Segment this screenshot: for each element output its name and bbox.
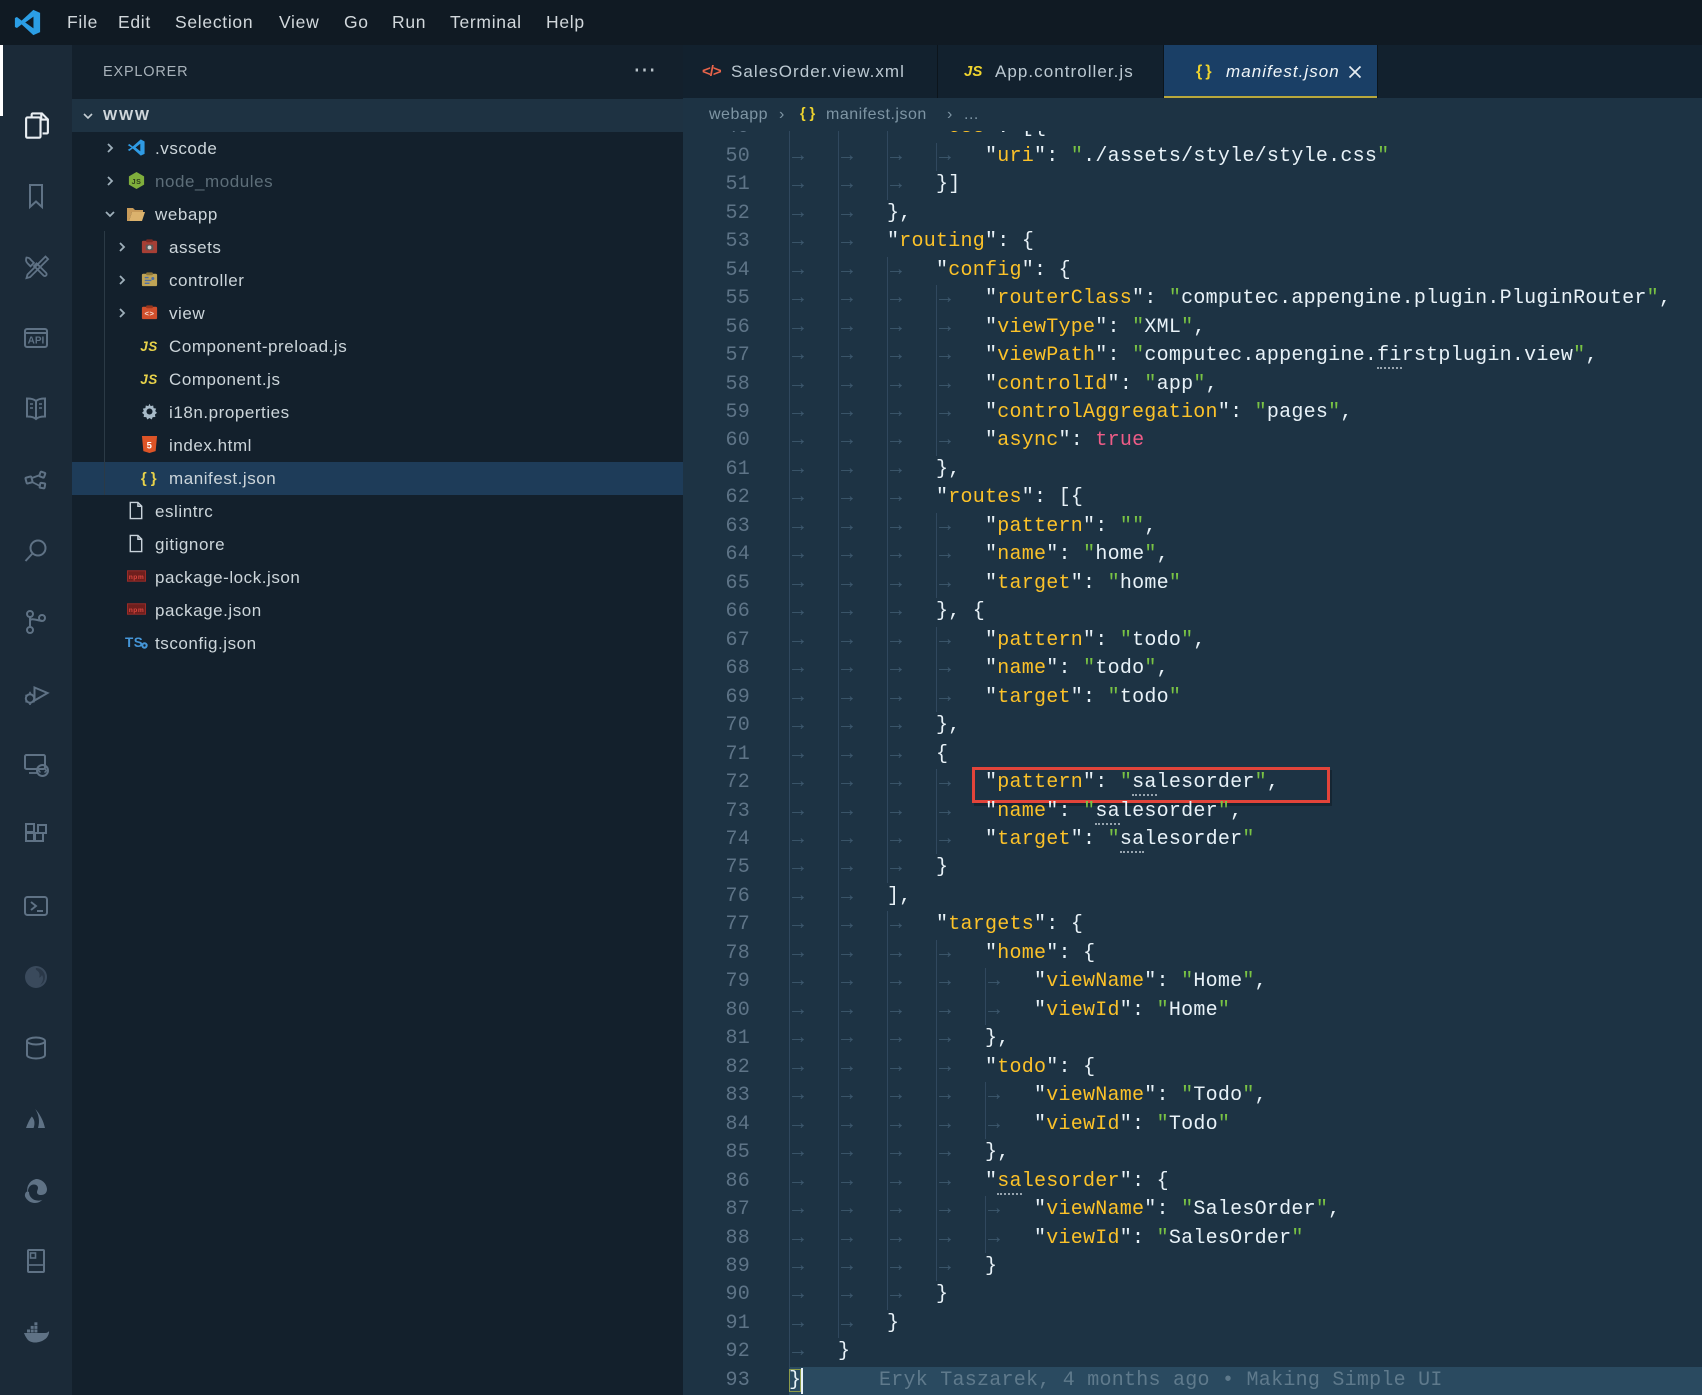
svg-text:npm: npm — [128, 574, 144, 581]
svg-text:TS: TS — [125, 635, 143, 650]
svg-text:<>: <> — [144, 309, 154, 318]
svg-text:5: 5 — [146, 441, 152, 452]
svg-text:JS: JS — [131, 178, 141, 186]
svg-text:npm: npm — [128, 607, 144, 614]
svg-text:API: API — [28, 336, 45, 347]
